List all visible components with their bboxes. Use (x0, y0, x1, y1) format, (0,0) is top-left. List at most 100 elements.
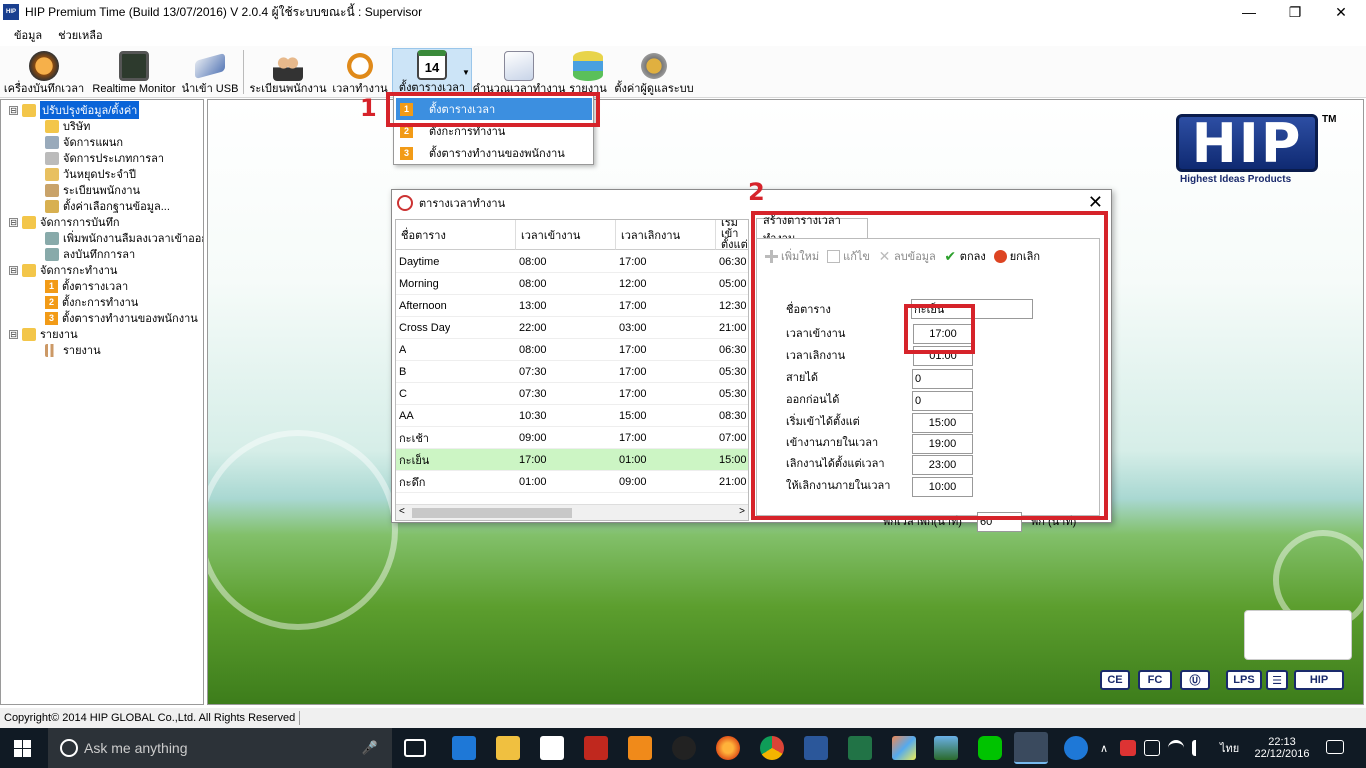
table-row[interactable]: A 08:00 17:00 06:30 (396, 339, 748, 361)
antivirus-icon[interactable] (1120, 740, 1136, 756)
minimize-button[interactable]: — (1226, 0, 1272, 24)
task-view-icon[interactable] (404, 739, 426, 757)
tree-node-add-forgotten[interactable]: เพิ่มพนักงานลืมลงเวลาเข้าออก (45, 230, 203, 246)
toolbar-calculate-button[interactable]: คำนวณเวลาทำงาน (473, 48, 565, 96)
word-icon[interactable] (804, 736, 828, 760)
windows-start-icon[interactable] (14, 740, 31, 757)
column-header[interactable]: ชื่อตาราง (396, 220, 516, 250)
table-row[interactable]: กะเย็น 17:00 01:00 15:00 (396, 449, 748, 471)
tree-node-records[interactable]: ⊟ จัดการการบันทึก (9, 214, 120, 230)
tree-node-report[interactable]: รายงาน (45, 342, 101, 358)
tree-node-shift-setup[interactable]: 2 ตั้งกะการทำงาน (45, 294, 138, 310)
collapse-icon[interactable]: ⊟ (9, 217, 18, 227)
table-row[interactable]: Cross Day 22:00 03:00 21:00 (396, 317, 748, 339)
folder-icon (22, 327, 36, 341)
collapse-icon[interactable]: ⊟ (9, 265, 18, 275)
tray-language[interactable]: ไทย (1220, 728, 1239, 768)
toolbar-work-time-button[interactable]: เวลาทำงาน (332, 48, 388, 96)
tree-node-employees[interactable]: ระเบียนพนักงาน (45, 182, 140, 198)
logo-subtitle: Highest Ideas Products (1180, 174, 1292, 185)
excel-icon[interactable] (848, 736, 872, 760)
toolbar-time-recorder-button[interactable]: เครื่องบันทึกเวลา (4, 48, 84, 96)
tree-node-employee-schedule[interactable]: 3 ตั้งตารางทำงานของพนักงาน (45, 310, 198, 326)
photos-icon[interactable] (934, 736, 958, 760)
menu-data[interactable]: ข้อมูล (6, 26, 50, 44)
wifi-icon[interactable] (1168, 740, 1184, 756)
close-button[interactable]: ✕ (1318, 0, 1364, 24)
table-cell: AA (399, 410, 414, 422)
tray-chevron[interactable]: ∧ (1100, 728, 1108, 768)
filezilla-icon[interactable] (584, 736, 608, 760)
dialog-close-button[interactable]: ✕ (1088, 192, 1103, 213)
column-header[interactable]: เริ่มเข้า ตั้งแต่ (716, 220, 748, 251)
collapse-icon[interactable]: ⊟ (9, 105, 18, 115)
tree-node-leave-types[interactable]: จัดการประเภทการลา (45, 150, 164, 166)
media-player-icon[interactable] (672, 736, 696, 760)
toolbar-employees-button[interactable]: ระเบียนพนักงาน (249, 48, 327, 96)
store-icon[interactable] (540, 736, 564, 760)
tree-node-shifts[interactable]: ⊟ จัดการกะทำงาน (9, 262, 117, 278)
firefox-icon[interactable] (716, 736, 740, 760)
leave-record-icon (45, 247, 59, 261)
help-icon[interactable] (1064, 736, 1088, 760)
table-row[interactable]: AA 10:30 15:00 08:30 (396, 405, 748, 427)
tree-node-company[interactable]: บริษัท (45, 118, 90, 134)
table-row[interactable]: กะเช้า 09:00 17:00 07:00 (396, 427, 748, 449)
scrollbar-thumb[interactable] (412, 508, 572, 518)
table-cell: กะดึก (399, 477, 426, 489)
department-icon (45, 135, 59, 149)
fcc-badge: FC (1138, 670, 1172, 690)
tree-node-reports[interactable]: ⊟ รายงาน (9, 326, 78, 342)
calendar-icon (45, 167, 59, 181)
table-row[interactable]: Daytime 08:00 17:00 06:30 (396, 251, 748, 273)
column-header[interactable]: เวลาเข้างาน (516, 220, 616, 250)
tree-node-holidays[interactable]: วันหยุดประจำปี (45, 166, 136, 182)
file-explorer-icon[interactable] (496, 736, 520, 760)
search-placeholder: Ask me anything (84, 740, 188, 756)
tree-node-settings[interactable]: ⊟ ปรับปรุงข้อมูล/ตั้งค่า (9, 101, 140, 119)
table-row[interactable]: Morning 08:00 12:00 05:00 (396, 273, 748, 295)
taskbar-search[interactable]: Ask me anything 🎤 (48, 728, 392, 768)
table-row[interactable]: C 07:30 17:00 05:30 (396, 383, 748, 405)
table-row[interactable]: Afternoon 13:00 17:00 12:30 (396, 295, 748, 317)
notifications-icon[interactable] (1326, 740, 1344, 754)
hip-taskbar-icon[interactable] (1014, 732, 1048, 764)
toolbar-realtime-monitor-button[interactable]: Realtime Monitor (92, 48, 176, 96)
tree-node-schedule[interactable]: 1 ตั้งตารางเวลา (45, 278, 128, 294)
outlook-icon[interactable] (628, 736, 652, 760)
collapse-icon[interactable]: ⊟ (9, 329, 18, 339)
clock-icon (397, 195, 413, 211)
usb-icon (195, 52, 225, 80)
tray-clock[interactable]: 22:13 22/12/2016 (1254, 728, 1310, 768)
menu-item-employee-schedule[interactable]: 3 ตั้งตารางทำงานของพนักงาน (396, 142, 592, 164)
decorative-clock (208, 430, 398, 630)
horizontal-scrollbar[interactable]: < > (396, 504, 748, 520)
chevron-down-icon[interactable]: ▼ (462, 68, 470, 77)
maximize-button[interactable]: ❐ (1272, 0, 1318, 24)
table-row[interactable]: กะดึก 01:00 09:00 21:00 (396, 471, 748, 493)
scroll-left-icon[interactable]: < (399, 506, 405, 517)
paint-icon[interactable] (892, 736, 916, 760)
volume-icon[interactable] (1192, 740, 1208, 756)
title-bar: HIP HIP Premium Time (Build 13/07/2016) … (0, 0, 1366, 24)
table-row[interactable]: B 07:30 17:00 05:30 (396, 361, 748, 383)
line-icon[interactable] (978, 736, 1002, 760)
database-settings-icon (45, 199, 59, 213)
microphone-icon[interactable]: 🎤 (362, 740, 378, 756)
table-cell: 06:30 (719, 256, 747, 268)
tree-node-departments[interactable]: จัดการแผนก (45, 134, 123, 150)
scroll-right-icon[interactable]: > (739, 506, 745, 517)
toolbar-import-usb-button[interactable]: นำเข้า USB (182, 48, 238, 96)
tree-node-database[interactable]: ตั้งค่าเลือกฐานข้อมูล... (45, 198, 170, 214)
column-header[interactable]: เวลาเลิกงาน (616, 220, 716, 250)
employees-icon (273, 51, 303, 81)
toolbar-admin-settings-button[interactable]: ตั้งค่าผู้ดูแลระบบ (614, 48, 694, 96)
chrome-icon[interactable] (760, 736, 784, 760)
menu-help[interactable]: ช่วยเหลือ (50, 26, 110, 44)
tree-node-leave-record[interactable]: ลงบันทึกการลา (45, 246, 135, 262)
edge-icon[interactable] (452, 736, 476, 760)
toolbar-report-button[interactable]: รายงาน (568, 48, 608, 96)
bar-chart-icon (45, 343, 59, 357)
toolbar-schedule-button[interactable]: 14 ตั้งตารางเวลา (392, 48, 472, 96)
battery-icon[interactable] (1144, 740, 1160, 756)
